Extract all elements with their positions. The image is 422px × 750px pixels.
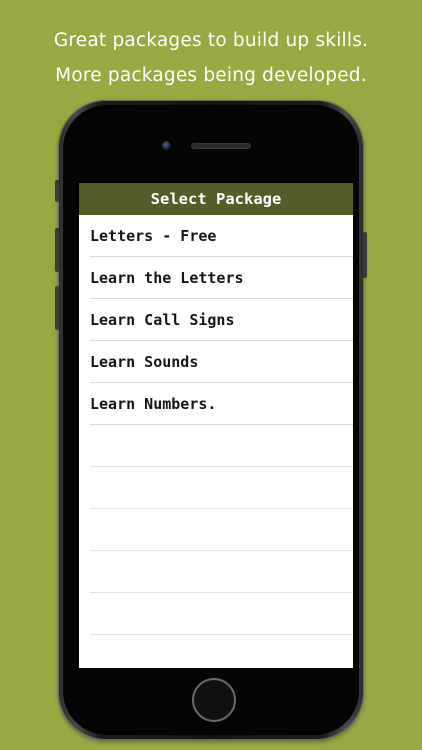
- empty-list-row: [90, 425, 353, 467]
- empty-list-row: [90, 509, 353, 551]
- caption-line-2: More packages being developed.: [55, 65, 367, 86]
- camera-icon: [162, 141, 171, 150]
- package-item-learn-numbers[interactable]: Learn Numbers.: [90, 383, 353, 425]
- nav-bar-title: Select Package: [79, 183, 353, 215]
- mute-switch: [55, 180, 59, 202]
- caption-line-1: Great packages to build up skills.: [53, 30, 369, 51]
- empty-list-row: [90, 551, 353, 593]
- package-item-learn-call-signs[interactable]: Learn Call Signs: [90, 299, 353, 341]
- empty-list-row: [90, 593, 353, 635]
- speaker-grille: [191, 143, 251, 149]
- package-list: Letters - Free Learn the Letters Learn C…: [79, 215, 353, 635]
- phone-bezel: Select Package Letters - Free Learn the …: [63, 105, 359, 735]
- app-screen: Select Package Letters - Free Learn the …: [79, 183, 353, 668]
- phone-frame: Select Package Letters - Free Learn the …: [55, 100, 367, 740]
- package-item-letters-free[interactable]: Letters - Free: [90, 215, 353, 257]
- volume-down-button: [55, 286, 59, 330]
- package-item-learn-sounds[interactable]: Learn Sounds: [90, 341, 353, 383]
- volume-up-button: [55, 228, 59, 272]
- empty-list-row: [90, 467, 353, 509]
- home-button[interactable]: [192, 678, 236, 722]
- power-button: [363, 232, 367, 278]
- package-item-learn-the-letters[interactable]: Learn the Letters: [90, 257, 353, 299]
